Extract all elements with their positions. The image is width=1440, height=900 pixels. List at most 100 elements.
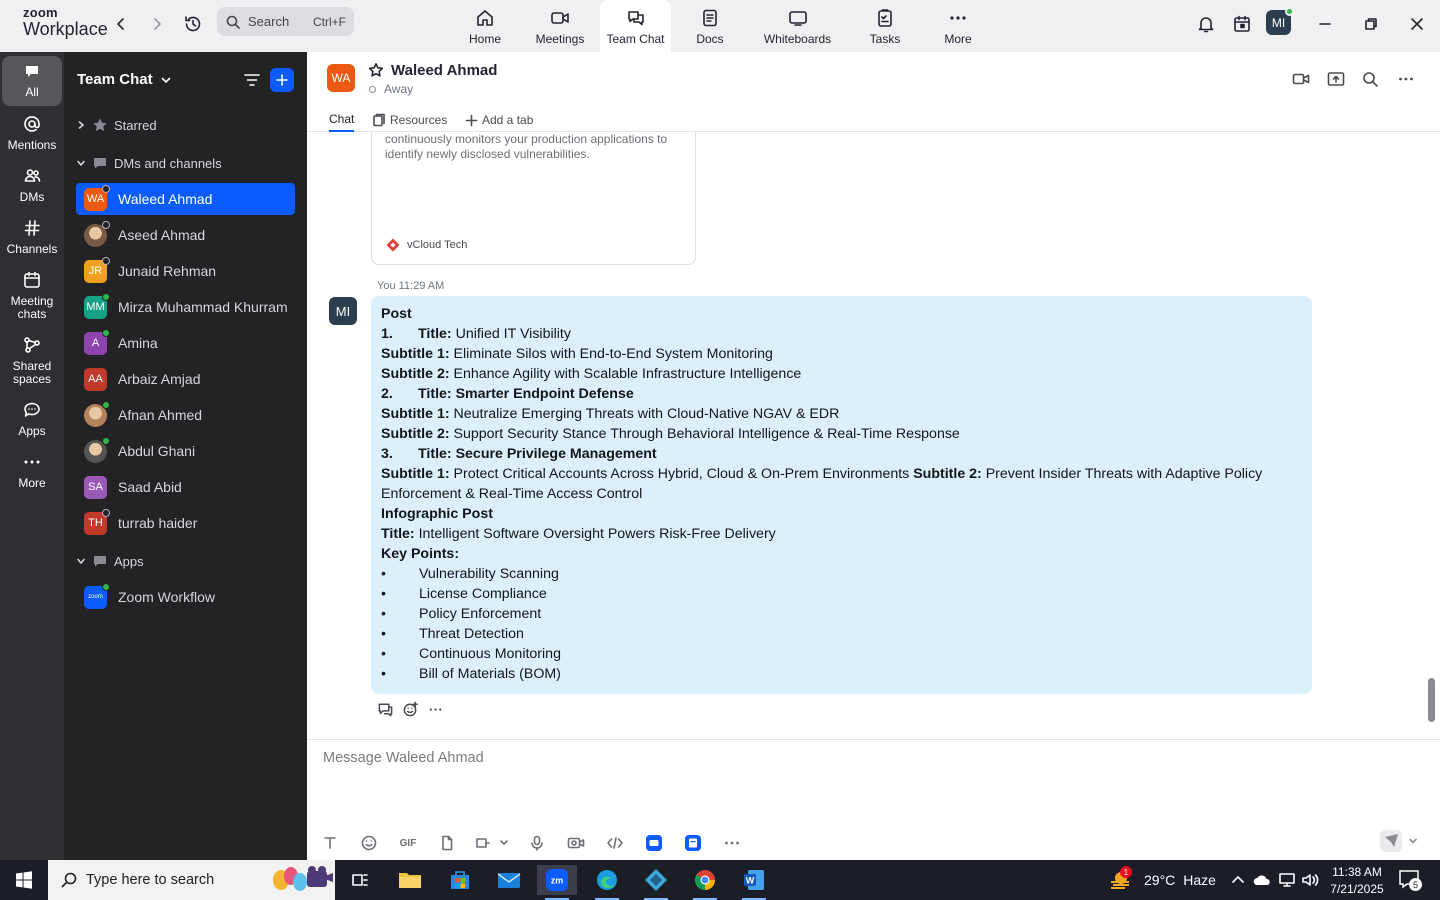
- maximize-button[interactable]: [1359, 12, 1383, 36]
- scrollbar-thumb[interactable]: [1428, 678, 1435, 722]
- gif-button[interactable]: GIF: [397, 832, 419, 854]
- tab-chat[interactable]: Chat: [329, 108, 355, 132]
- sidebar-item-junaid-rehman[interactable]: JR Junaid Rehman: [76, 255, 295, 287]
- section-starred[interactable]: Starred: [76, 117, 157, 133]
- sidebar-title-dropdown[interactable]: Team Chat: [77, 71, 173, 88]
- edge-browser-icon[interactable]: [587, 865, 627, 900]
- back-arrow-icon[interactable]: [109, 12, 133, 36]
- forward-arrow-icon[interactable]: [145, 12, 169, 36]
- filter-icon[interactable]: [242, 70, 264, 92]
- tab-resources[interactable]: Resources: [372, 108, 447, 132]
- taskbar-clock[interactable]: 11:38 AM 7/21/2025: [1326, 864, 1388, 898]
- chevron-up-icon[interactable]: [1230, 872, 1246, 888]
- microsoft-store-icon[interactable]: [440, 865, 480, 895]
- tab-tasks[interactable]: Tasks: [864, 0, 906, 52]
- zoom-app-icon[interactable]: [643, 832, 665, 854]
- rail-meeting-chats[interactable]: Meeting chats: [2, 270, 62, 321]
- message-time: 11:29 AM: [398, 280, 445, 292]
- zoom-docs-app-icon[interactable]: [682, 832, 704, 854]
- link-preview-card[interactable]: continuously monitors your production ap…: [371, 132, 696, 265]
- send-button[interactable]: [1380, 829, 1420, 853]
- tab-home[interactable]: Home: [462, 0, 508, 52]
- tab-more[interactable]: More: [938, 0, 978, 52]
- msg-bold: Title: Smarter Endpoint Defense: [418, 386, 634, 402]
- reply-icon[interactable]: [377, 701, 394, 718]
- sidebar-item-saad-abid[interactable]: SA Saad Abid: [76, 471, 295, 503]
- new-chat-button[interactable]: [270, 68, 294, 92]
- onedrive-icon[interactable]: [1253, 872, 1271, 888]
- message-bubble[interactable]: Post 1. Title: Unified IT Visibility Subt…: [371, 296, 1312, 694]
- task-view-icon[interactable]: [340, 865, 380, 895]
- close-button[interactable]: [1405, 12, 1429, 36]
- text-format-icon[interactable]: [319, 832, 341, 854]
- emoji-reaction-icon[interactable]: [402, 701, 419, 718]
- history-icon[interactable]: [181, 12, 205, 36]
- tab-docs[interactable]: Docs: [690, 0, 730, 52]
- sidebar-item-mirza-muhammad-khurram[interactable]: MM Mirza Muhammad Khurram: [76, 291, 295, 323]
- network-icon[interactable]: [1278, 872, 1296, 888]
- rail-more[interactable]: More: [2, 452, 62, 490]
- sidebar-item-zoom-workflow[interactable]: zoom Zoom Workflow: [76, 581, 295, 613]
- card-description: continuously monitors your production ap…: [385, 132, 668, 161]
- section-dms-and-channels[interactable]: DMs and channels: [76, 155, 222, 171]
- sidebar-item-turrab-haider[interactable]: TH turrab haider: [76, 507, 295, 539]
- sidebar-item-afnan-ahmed[interactable]: Afnan Ahmed: [76, 399, 295, 431]
- calendar-icon[interactable]: [1230, 12, 1254, 36]
- video-message-icon[interactable]: [565, 832, 587, 854]
- more-tools-icon[interactable]: [721, 832, 743, 854]
- sender-avatar[interactable]: MI: [329, 297, 357, 325]
- sidebar-item-aseed-ahmad[interactable]: Aseed Ahmad: [76, 219, 295, 251]
- user-avatar[interactable]: MI: [1266, 7, 1294, 35]
- rail-channels[interactable]: Channels: [2, 218, 62, 256]
- search-bar[interactable]: Search Ctrl+F: [217, 7, 354, 36]
- windows-start-button[interactable]: [0, 860, 48, 900]
- taskbar-search[interactable]: Type here to search: [48, 860, 335, 900]
- rail-all[interactable]: All: [2, 56, 62, 106]
- star-icon[interactable]: [368, 62, 384, 78]
- screenshot-icon[interactable]: [475, 832, 509, 854]
- section-apps[interactable]: Apps: [76, 553, 144, 569]
- bell-icon[interactable]: [1194, 12, 1218, 36]
- file-explorer-icon[interactable]: [390, 865, 430, 895]
- message-input[interactable]: [323, 750, 1223, 766]
- sidebar-item-waleed-ahmad[interactable]: WA Waleed Ahmad: [76, 183, 295, 215]
- rail-dms[interactable]: DMs: [2, 166, 62, 204]
- sidebar-item-abdul-ghani[interactable]: Abdul Ghani: [76, 435, 295, 467]
- sidebar-item-amina[interactable]: A Amina: [76, 327, 295, 359]
- search-icon[interactable]: [1361, 70, 1379, 88]
- share-screen-icon[interactable]: [1327, 70, 1345, 88]
- contact-name[interactable]: Waleed Ahmad: [391, 62, 497, 79]
- weather-condition: Haze: [1183, 872, 1216, 888]
- emoji-icon[interactable]: [358, 832, 380, 854]
- rail-mentions[interactable]: Mentions: [2, 114, 62, 152]
- contact-avatar[interactable]: WA: [327, 64, 355, 92]
- rail-shared-spaces[interactable]: Shared spaces: [2, 335, 62, 386]
- mail-icon[interactable]: [489, 865, 529, 895]
- sidebar-item-arbaiz-amjad[interactable]: AA Arbaiz Amjad: [76, 363, 295, 395]
- app-diamond-icon[interactable]: [636, 865, 676, 900]
- notification-center-icon[interactable]: 5: [1398, 869, 1422, 891]
- weather-widget[interactable]: 1 29°C Haze: [1108, 860, 1216, 900]
- code-snippet-icon[interactable]: [604, 832, 626, 854]
- more-actions-icon[interactable]: [427, 701, 444, 718]
- all-chat-icon: [26, 65, 38, 77]
- volume-icon[interactable]: [1301, 872, 1319, 888]
- rail-apps[interactable]: Apps: [2, 400, 62, 438]
- chat-header: WA Waleed Ahmad Away Chat Resources Add …: [307, 52, 1440, 132]
- more-options-icon[interactable]: [1397, 70, 1415, 88]
- tab-meetings[interactable]: Meetings: [530, 0, 590, 52]
- zoom-taskbar-icon[interactable]: zm: [537, 865, 577, 900]
- file-icon[interactable]: [436, 832, 458, 854]
- msg-bold: Title: Secure Privilege Management: [418, 446, 657, 462]
- tab-whiteboards[interactable]: Whiteboards: [760, 0, 835, 52]
- minimize-button[interactable]: [1313, 12, 1337, 36]
- tab-team-chat[interactable]: Team Chat: [600, 0, 671, 52]
- key-point-item: • Threat Detection: [381, 624, 1302, 644]
- msg-line: Infographic Post: [381, 504, 1302, 524]
- chrome-icon[interactable]: [685, 865, 725, 900]
- send-icon: [1380, 830, 1402, 852]
- video-call-icon[interactable]: [1292, 70, 1310, 88]
- microphone-icon[interactable]: [526, 832, 548, 854]
- tab-add[interactable]: Add a tab: [465, 108, 533, 132]
- word-icon[interactable]: W: [734, 865, 774, 900]
